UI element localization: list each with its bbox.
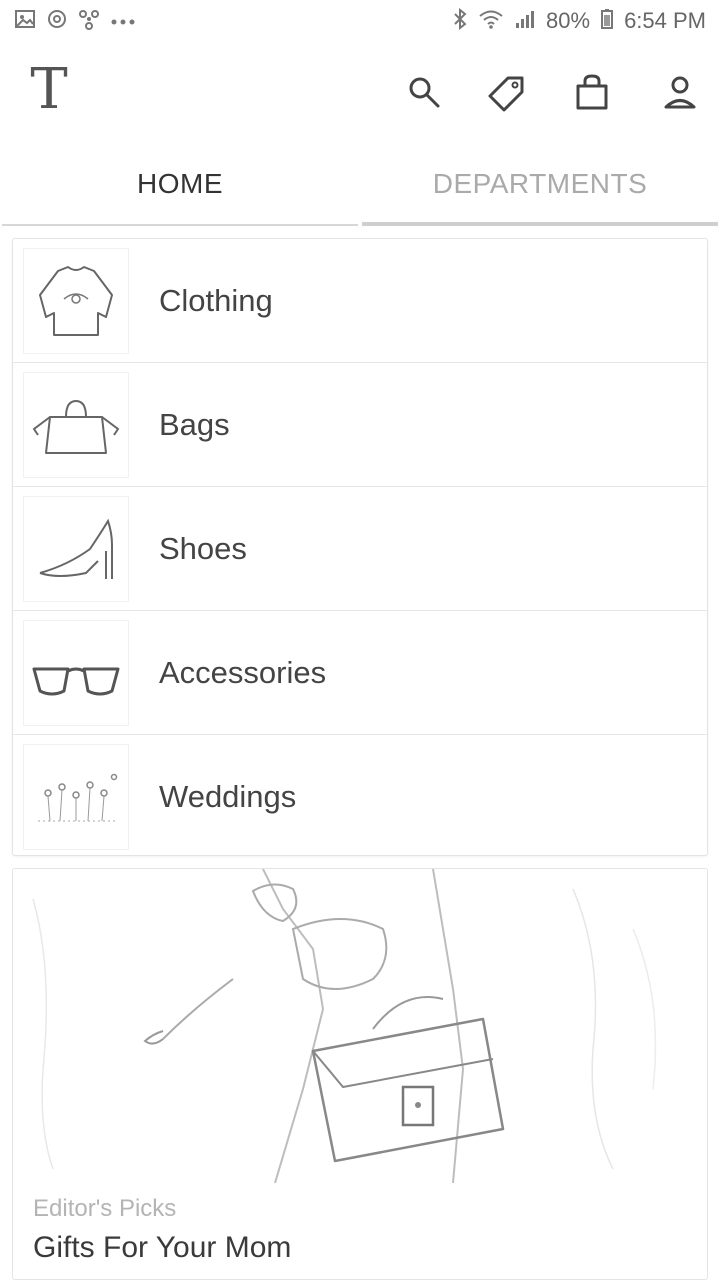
category-thumbnail	[23, 247, 129, 354]
tab-home[interactable]: HOME	[0, 142, 360, 226]
bluetooth-icon	[452, 7, 468, 34]
category-thumbnail	[23, 495, 129, 602]
category-thumbnail	[23, 743, 129, 850]
editor-title: Gifts For Your Mom	[33, 1231, 292, 1264]
wifi-icon	[478, 8, 504, 34]
gallery-icon	[14, 8, 36, 34]
status-bar: 80% 6:54 PM	[0, 0, 720, 42]
profile-button[interactable]	[658, 70, 702, 114]
tag-button[interactable]	[486, 70, 530, 114]
category-item-clothing[interactable]: Clothing	[13, 239, 707, 363]
category-label: Weddings	[159, 778, 297, 814]
category-item-bags[interactable]: Bags	[13, 363, 707, 487]
category-label: Bags	[159, 406, 230, 442]
category-label: Shoes	[159, 530, 247, 566]
woman-with-handbag-sketch	[32, 869, 657, 1184]
glasses-icon	[32, 667, 120, 695]
battery-percent: 80%	[546, 8, 591, 33]
category-list: Clothing Bags Shoes Accessories Weddings	[12, 238, 708, 856]
sync-icon	[46, 8, 68, 34]
clock: 6:54 PM	[624, 8, 706, 33]
editors-picks-card[interactable]: Editor's Picks Gifts For Your Mom	[12, 868, 708, 1280]
hero-image	[13, 869, 707, 1184]
tab-home-label: HOME	[137, 168, 223, 199]
category-thumbnail	[23, 371, 129, 478]
app-logo[interactable]: T	[26, 62, 72, 118]
tag-icon	[488, 76, 524, 112]
category-item-accessories[interactable]: Accessories	[13, 611, 707, 735]
tab-departments-underline	[362, 222, 718, 226]
category-item-shoes[interactable]: Shoes	[13, 487, 707, 611]
flowers-icon	[38, 773, 118, 821]
status-right: 80% 6:54 PM	[452, 7, 706, 34]
bag-button[interactable]	[570, 70, 614, 114]
tab-home-underline	[2, 224, 358, 226]
editor-kicker: Editor's Picks	[33, 1195, 177, 1222]
pinwheel-icon	[78, 8, 100, 34]
sweater-icon	[39, 265, 113, 336]
handbag-icon	[32, 399, 120, 454]
search-button[interactable]	[402, 70, 446, 114]
signal-icon	[514, 8, 536, 34]
app-bar: T	[0, 42, 720, 142]
tab-bar: HOME DEPARTMENTS	[0, 142, 720, 226]
more-dots-icon	[110, 8, 136, 34]
high-heel-icon	[39, 518, 113, 579]
tab-departments[interactable]: DEPARTMENTS	[360, 142, 720, 226]
category-thumbnail	[23, 619, 129, 726]
search-icon	[409, 77, 440, 108]
battery-icon	[600, 8, 614, 34]
tab-departments-label: DEPARTMENTS	[432, 168, 648, 199]
category-label: Accessories	[159, 654, 327, 690]
profile-icon	[664, 76, 696, 109]
status-left	[14, 8, 136, 34]
category-item-weddings[interactable]: Weddings	[13, 735, 707, 858]
shopping-bag-icon	[576, 74, 608, 110]
category-label: Clothing	[159, 282, 273, 318]
